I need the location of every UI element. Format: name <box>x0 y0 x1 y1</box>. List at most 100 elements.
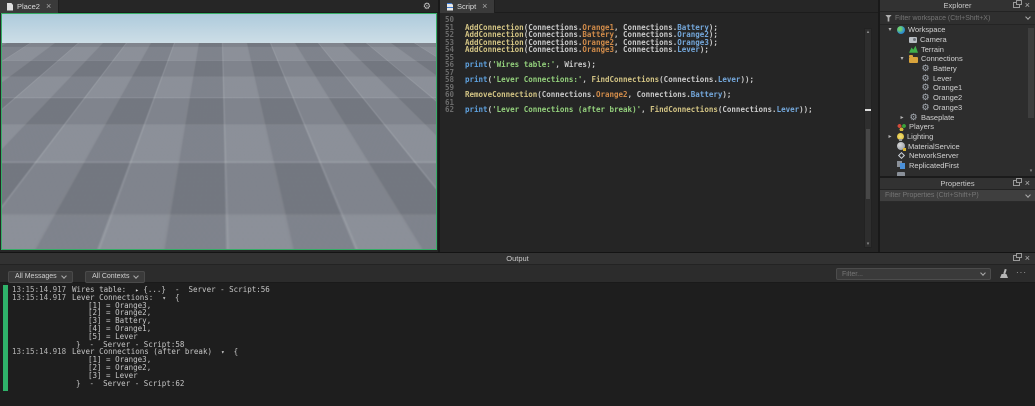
code-token: Lever <box>677 45 700 54</box>
scrollbar-thumb[interactable] <box>866 129 870 199</box>
scrollbar-thumb[interactable] <box>1028 28 1034 118</box>
log-line[interactable]: [4] = Orange1, <box>12 325 1035 333</box>
output-filter-input[interactable] <box>842 270 981 278</box>
close-tab-icon[interactable]: × <box>46 2 51 11</box>
place-file-icon <box>7 2 13 11</box>
code-token: Lever <box>776 105 800 114</box>
red-part[interactable] <box>152 134 165 144</box>
scroll-down-icon[interactable]: ▾ <box>1027 168 1035 174</box>
part-icon <box>921 74 930 83</box>
explorer-item-orange1[interactable]: Orange1 <box>880 83 1035 93</box>
code-token: Orange2 <box>595 90 628 99</box>
script-file-icon <box>447 2 453 11</box>
chevron-down-icon[interactable] <box>980 270 986 276</box>
close-panel-icon[interactable]: × <box>1025 254 1030 263</box>
contexts-filter-dropdown[interactable]: All Contexts <box>85 270 146 283</box>
item-label: Connections <box>921 54 963 64</box>
properties-titlebar: Properties × <box>880 178 1035 190</box>
explorer-item-connections[interactable]: ▾ Connections <box>880 54 1035 64</box>
properties-title: Properties <box>940 179 975 188</box>
code-line[interactable]: 58 print('Lever Connections:', FindConnec… <box>440 76 878 84</box>
green-part[interactable] <box>319 125 333 135</box>
right-dock: Explorer × ▾ WorkspaceCameraTerrain ▾ Conne… <box>880 0 1035 252</box>
expand-down-icon[interactable]: ▾ <box>886 26 894 33</box>
explorer-scrollbar[interactable]: ▾ <box>1027 24 1035 174</box>
explorer-tree: ▾ WorkspaceCameraTerrain ▾ ConnectionsBatte… <box>880 25 1035 177</box>
item-label: ReplicatedFirst <box>909 160 960 170</box>
explorer-item-players[interactable]: Players <box>880 122 1035 132</box>
scroll-up-icon[interactable]: ▴ <box>865 29 871 35</box>
log-line[interactable]: [1] = Orange3, <box>12 301 1035 310</box>
log-line[interactable]: [2] = Orange2, <box>12 364 1035 372</box>
more-options-icon[interactable]: ··· <box>1016 268 1027 277</box>
code-line[interactable]: 62 print('Lever Connections (after break)… <box>440 106 878 114</box>
explorer-item-terrain[interactable]: Terrain <box>880 44 1035 54</box>
float-panel-icon[interactable] <box>1012 178 1022 186</box>
close-panel-icon[interactable]: × <box>1025 1 1030 10</box>
clear-output-icon[interactable] <box>999 269 1009 279</box>
code-line[interactable]: 56 print('Wires table:', Wires); <box>440 61 878 69</box>
expand-right-icon[interactable]: ▸ <box>898 114 906 121</box>
code-token: (Connections. <box>659 75 718 84</box>
explorer-item-baseplate[interactable]: ▸ Baseplate <box>880 112 1035 122</box>
yellow-part-2[interactable] <box>207 131 220 141</box>
log-line[interactable]: [2] = Orange2, <box>12 309 1035 317</box>
explorer-item-networkserver[interactable]: NetworkServer <box>880 151 1035 161</box>
chevron-down-icon[interactable] <box>1025 14 1031 20</box>
log-line[interactable]: } - Server - Script:62 <box>12 379 1035 388</box>
messages-filter-dropdown[interactable]: All Messages <box>8 270 73 283</box>
3d-viewport[interactable] <box>1 13 437 250</box>
chevron-down-icon[interactable] <box>1025 191 1031 198</box>
output-log[interactable]: 13:15:14.917 Wires table: ▸ {...} - Serve… <box>0 283 1035 406</box>
expand-down-icon[interactable]: ▾ <box>898 55 906 62</box>
code-token: ); <box>708 37 718 47</box>
code-editor[interactable]: 50 51 AddConnection(Connections.Orange1, C… <box>440 13 878 252</box>
output-panel: Output × All Messages All Contexts ··· <box>0 252 1035 406</box>
gear-icon[interactable]: ⚙ <box>423 1 431 12</box>
part-icon <box>909 113 918 122</box>
explorer-item-workspace[interactable]: ▾ Workspace <box>880 25 1035 35</box>
code-token: 'Lever Connections (after break)' <box>492 105 642 114</box>
close-panel-icon[interactable]: × <box>1025 179 1030 188</box>
roblox-studio-window: Place2 × ⚙ Script × 50 51 AddConnection(Co… <box>0 0 1035 406</box>
properties-filter-row <box>880 190 1035 202</box>
expand-right-icon[interactable]: ▸ <box>886 133 894 140</box>
close-tab-icon[interactable]: × <box>482 2 487 11</box>
item-label: Baseplate <box>921 112 955 122</box>
explorer-item-orange3[interactable]: Orange3 <box>880 103 1035 113</box>
editor-scrollbar[interactable]: ▴ ▾ <box>864 28 872 248</box>
code-line[interactable]: 60 RemoveConnection(Connections.Orange2, … <box>440 91 878 99</box>
code-token: 'Lever Connections:' <box>492 75 583 84</box>
explorer-filter-input[interactable] <box>895 14 1023 22</box>
explorer-item-materialservice[interactable]: MaterialService <box>880 141 1035 152</box>
material-icon <box>897 142 906 152</box>
float-panel-icon[interactable] <box>1012 253 1022 261</box>
part-icon <box>921 103 930 112</box>
yellow-part-1[interactable] <box>90 138 105 149</box>
log-line[interactable]: [1] = Orange3, <box>12 356 1035 364</box>
scroll-down-icon[interactable]: ▾ <box>865 241 871 247</box>
explorer-item-replicatedfirst[interactable]: ReplicatedFirst <box>880 161 1035 171</box>
log-line[interactable]: [3] = Battery, <box>12 317 1035 325</box>
tab-place2[interactable]: Place2 × <box>0 0 60 13</box>
item-label: Battery <box>933 64 957 74</box>
explorer-item-lighting[interactable]: ▸ Lighting <box>880 132 1035 142</box>
terrain-icon <box>909 45 918 53</box>
item-label: MaterialService <box>908 141 960 151</box>
log-line[interactable]: 13:15:14.917 Lever Connections: ▾ { <box>12 293 1035 302</box>
properties-filter-input[interactable] <box>885 192 1026 199</box>
scrollbar-marker <box>865 109 871 111</box>
explorer-item-camera[interactable]: Camera <box>880 35 1035 45</box>
explorer-item-lever[interactable]: Lever <box>880 73 1035 83</box>
filter-funnel-icon[interactable] <box>885 14 892 22</box>
yellow-part-3[interactable] <box>268 128 281 137</box>
explorer-item-orange2[interactable]: Orange2 <box>880 93 1035 103</box>
log-line[interactable]: 13:15:14.918 Lever Connections (after bre… <box>12 348 1035 356</box>
tab-script[interactable]: Script × <box>440 0 496 13</box>
expand-expanded-icon[interactable]: ▾ <box>221 349 225 356</box>
explorer-item-battery[interactable]: Battery <box>880 64 1035 74</box>
code-line[interactable]: 54 AddConnection(Connections.Orange3, Con… <box>440 46 878 54</box>
item-label: Lighting <box>907 131 934 141</box>
expand-expanded-icon[interactable]: ▾ <box>162 295 166 302</box>
float-panel-icon[interactable] <box>1012 0 1022 8</box>
